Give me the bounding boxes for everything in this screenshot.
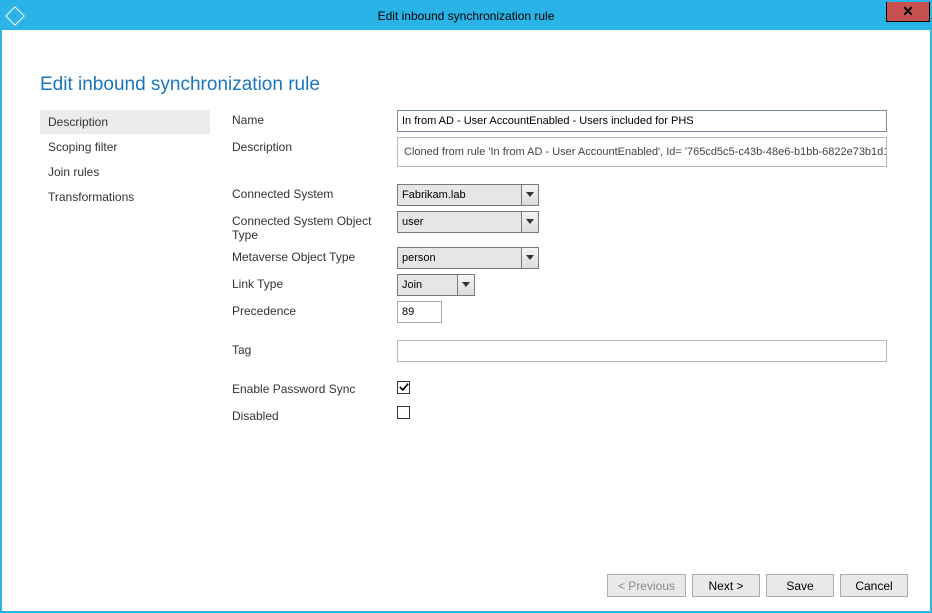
enable-password-sync-checkbox[interactable] bbox=[397, 381, 410, 394]
connected-system-value[interactable] bbox=[397, 184, 521, 206]
label-connected-system-object-type: Connected System Object Type bbox=[232, 211, 397, 242]
chevron-down-icon[interactable] bbox=[521, 184, 539, 206]
previous-button[interactable]: < Previous bbox=[607, 574, 686, 597]
label-tag: Tag bbox=[232, 340, 397, 357]
form-panel: Name Description Cloned from rule 'In fr… bbox=[232, 110, 902, 433]
link-type-value[interactable] bbox=[397, 274, 457, 296]
window-title: Edit inbound synchronization rule bbox=[2, 9, 930, 23]
label-precedence: Precedence bbox=[232, 301, 397, 318]
name-input[interactable] bbox=[397, 110, 887, 132]
description-input[interactable]: Cloned from rule 'In from AD - User Acco… bbox=[397, 137, 887, 167]
disabled-checkbox[interactable] bbox=[397, 406, 410, 419]
metaverse-object-type-combo[interactable] bbox=[397, 247, 539, 269]
wizard-button-bar: < Previous Next > Save Cancel bbox=[607, 574, 908, 597]
sidebar-item-transformations[interactable]: Transformations bbox=[40, 185, 210, 209]
label-disabled: Disabled bbox=[232, 406, 397, 423]
close-icon: ✕ bbox=[902, 3, 914, 20]
chevron-down-icon[interactable] bbox=[457, 274, 475, 296]
next-button[interactable]: Next > bbox=[692, 574, 760, 597]
check-icon bbox=[399, 382, 409, 392]
metaverse-object-type-value[interactable] bbox=[397, 247, 521, 269]
content-area: Edit inbound synchronization rule Descri… bbox=[2, 30, 930, 611]
label-description: Description bbox=[232, 137, 397, 154]
sidebar-item-description[interactable]: Description bbox=[40, 110, 210, 134]
precedence-input[interactable] bbox=[397, 301, 442, 323]
cancel-button[interactable]: Cancel bbox=[840, 574, 908, 597]
label-link-type: Link Type bbox=[232, 274, 397, 291]
window-frame: Edit inbound synchronization rule ✕ Edit… bbox=[0, 0, 932, 613]
wizard-sidebar: Description Scoping filter Join rules Tr… bbox=[40, 110, 210, 433]
connected-system-object-type-combo[interactable] bbox=[397, 211, 539, 233]
chevron-down-icon[interactable] bbox=[521, 211, 539, 233]
titlebar: Edit inbound synchronization rule ✕ bbox=[2, 2, 930, 30]
connected-system-object-type-value[interactable] bbox=[397, 211, 521, 233]
save-button[interactable]: Save bbox=[766, 574, 834, 597]
chevron-down-icon[interactable] bbox=[521, 247, 539, 269]
close-button[interactable]: ✕ bbox=[886, 2, 930, 22]
label-metaverse-object-type: Metaverse Object Type bbox=[232, 247, 397, 264]
label-name: Name bbox=[232, 110, 397, 127]
tag-input[interactable] bbox=[397, 340, 887, 362]
label-connected-system: Connected System bbox=[232, 184, 397, 201]
connected-system-combo[interactable] bbox=[397, 184, 539, 206]
label-enable-password-sync: Enable Password Sync bbox=[232, 379, 397, 396]
sidebar-item-join-rules[interactable]: Join rules bbox=[40, 160, 210, 184]
link-type-combo[interactable] bbox=[397, 274, 475, 296]
page-title: Edit inbound synchronization rule bbox=[40, 74, 902, 96]
sidebar-item-scoping-filter[interactable]: Scoping filter bbox=[40, 135, 210, 159]
app-icon bbox=[5, 6, 25, 26]
